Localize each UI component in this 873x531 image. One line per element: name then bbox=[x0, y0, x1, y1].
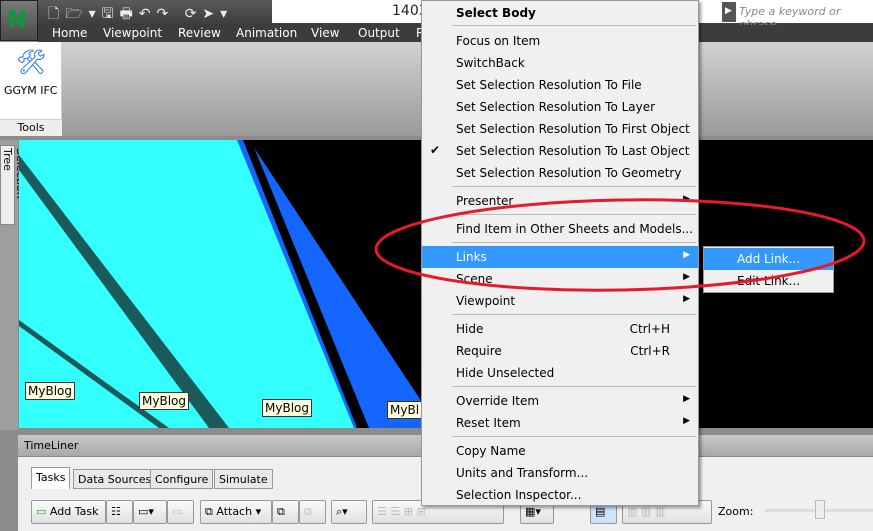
tab-view[interactable]: View bbox=[311, 26, 339, 40]
menu-item-label: Override Item bbox=[456, 394, 540, 408]
menu-item-label: Focus on Item bbox=[456, 34, 541, 48]
menu-item-label: Hide Unselected bbox=[456, 366, 555, 380]
links-submenu: Add Link... Edit Link... bbox=[703, 246, 834, 293]
tab-viewpoint[interactable]: Viewpoint bbox=[103, 26, 162, 40]
blog-tag[interactable]: MyBlog bbox=[262, 399, 312, 417]
menu-item-viewpoint[interactable]: Viewpoint ▶ bbox=[422, 290, 698, 312]
menu-item-copy-name[interactable]: Copy Name bbox=[422, 440, 698, 462]
tools-icon[interactable]: 🛠 bbox=[16, 48, 46, 76]
menu-separator bbox=[452, 386, 696, 387]
menu-separator bbox=[452, 242, 696, 243]
tab-data-sources[interactable]: Data Sources bbox=[73, 469, 157, 489]
submenu-arrow-icon: ▶ bbox=[683, 272, 690, 282]
blog-tag[interactable]: MyBl bbox=[387, 401, 423, 419]
search-expand-icon[interactable]: ▶ bbox=[722, 2, 736, 22]
tab-home[interactable]: Home bbox=[52, 26, 87, 40]
menu-item-label: Find Item in Other Sheets and Models... bbox=[456, 222, 694, 236]
add-task-icon: ▭ bbox=[36, 505, 47, 518]
menu-item-hide-unselected[interactable]: Hide Unselected bbox=[422, 362, 698, 384]
tab-animation[interactable]: Animation bbox=[236, 26, 297, 40]
shortcut-label: Ctrl+R bbox=[630, 344, 670, 358]
menu-separator bbox=[452, 436, 696, 437]
menu-item-set-selection-resolution-to-file[interactable]: Set Selection Resolution To File bbox=[422, 74, 698, 96]
menu-item-scene[interactable]: Scene ▶ bbox=[422, 268, 698, 290]
menu-item-label: SwitchBack bbox=[456, 56, 525, 70]
attach-button[interactable]: ⧉ Attach ▾ bbox=[200, 500, 272, 524]
search-input[interactable]: Type a keyword or phrase bbox=[736, 2, 873, 31]
menu-item-reset-item[interactable]: Reset Item ▶ bbox=[422, 412, 698, 434]
tab-review[interactable]: Review bbox=[178, 26, 221, 40]
menu-item-label: Set Selection Resolution To File bbox=[456, 78, 642, 92]
app-menu-button[interactable]: N bbox=[0, 0, 38, 41]
menu-header: Select Body bbox=[456, 6, 536, 20]
tab-configure[interactable]: Configure bbox=[150, 469, 214, 489]
menu-item-set-selection-resolution-to-geometry[interactable]: Set Selection Resolution To Geometry bbox=[422, 162, 698, 184]
panel-group-label: Tools bbox=[0, 119, 62, 136]
zoom-label: Zoom: bbox=[718, 505, 754, 518]
zoom-slider-thumb[interactable] bbox=[815, 500, 825, 519]
submenu-arrow-icon: ▶ bbox=[683, 250, 690, 260]
menu-item-label: Reset Item bbox=[456, 416, 521, 430]
menu-item-label: Set Selection Resolution To Last Object bbox=[456, 144, 690, 158]
menu-separator bbox=[452, 214, 696, 215]
tab-output[interactable]: Output bbox=[358, 26, 400, 40]
blog-tag[interactable]: MyBlog bbox=[139, 392, 189, 410]
menu-item-label: Set Selection Resolution To First Object bbox=[456, 122, 690, 136]
menu-item-edit-link[interactable]: Edit Link... bbox=[704, 270, 833, 292]
menu-item-presenter[interactable]: Presenter ▶ bbox=[422, 190, 698, 212]
attach-icon: ⧉ bbox=[205, 505, 213, 518]
menu-item-label: Copy Name bbox=[456, 444, 526, 458]
blog-tag[interactable]: MyBlog bbox=[25, 382, 75, 400]
add-task-label: Add Task bbox=[49, 505, 99, 518]
attach-label: Attach bbox=[216, 505, 253, 518]
toolbar-icons[interactable]: 🗋🗁▾🖫🖶↶↷ ⟳➤▾ bbox=[48, 3, 233, 27]
menu-item-label: Hide bbox=[456, 322, 484, 336]
menu-item-links[interactable]: Links ▶ bbox=[422, 246, 698, 268]
menu-item-label: Presenter bbox=[456, 194, 514, 208]
tab-simulate[interactable]: Simulate bbox=[214, 469, 273, 489]
navisworks-logo-icon: N bbox=[7, 5, 28, 33]
find-items-button[interactable]: ⌕▾ bbox=[331, 500, 367, 524]
menu-separator bbox=[452, 186, 696, 187]
add-task-button[interactable]: ▭ Add Task bbox=[31, 500, 106, 524]
shortcut-label: Ctrl+H bbox=[629, 322, 670, 336]
menu-separator bbox=[452, 314, 696, 315]
menu-item-switchback[interactable]: SwitchBack bbox=[422, 52, 698, 74]
menu-item-label: Selection Inspector... bbox=[456, 488, 582, 502]
add-comment-button[interactable]: ▭▾ bbox=[133, 500, 167, 524]
context-menu: Select Body Focus on Item SwitchBack Set S… bbox=[421, 0, 699, 506]
detach-button[interactable]: ⧉ bbox=[299, 500, 326, 524]
menu-item-units-and-transform[interactable]: Units and Transform... bbox=[422, 462, 698, 484]
menu-item-hide[interactable]: Hide Ctrl+H bbox=[422, 318, 698, 340]
submenu-arrow-icon: ▶ bbox=[683, 294, 690, 304]
menu-item-override-item[interactable]: Override Item ▶ bbox=[422, 390, 698, 412]
auto-add-tasks-button[interactable]: ☷ bbox=[106, 500, 133, 524]
menu-item-label: Set Selection Resolution To Geometry bbox=[456, 166, 682, 180]
selection-tree-tab[interactable]: Selection Tree bbox=[0, 145, 27, 225]
menu-item-selection-inspector[interactable]: Selection Inspector... bbox=[422, 484, 698, 506]
menu-item-find-item-in-other-sheets-and-models[interactable]: Find Item in Other Sheets and Models... bbox=[422, 218, 698, 240]
menu-item-add-link[interactable]: Add Link... bbox=[704, 248, 833, 270]
menu-item-label: Scene bbox=[456, 272, 493, 286]
ggym-ifc-button[interactable]: GGYM IFC bbox=[4, 84, 57, 97]
ribbon-panel-tools: 🛠 GGYM IFC Tools bbox=[0, 42, 62, 136]
tab-tasks[interactable]: Tasks bbox=[31, 467, 71, 489]
submenu-arrow-icon: ▶ bbox=[683, 194, 690, 204]
menu-item-focus-on-item[interactable]: Focus on Item bbox=[422, 30, 698, 52]
menu-item-set-selection-resolution-to-last-object[interactable]: Set Selection Resolution To Last Object ✔ bbox=[422, 140, 698, 162]
submenu-arrow-icon: ▶ bbox=[683, 394, 690, 404]
menu-item-label: Set Selection Resolution To Layer bbox=[456, 100, 656, 114]
menu-item-label: Viewpoint bbox=[456, 294, 516, 308]
auto-attach-button[interactable]: ⧉ bbox=[272, 500, 299, 524]
submenu-arrow-icon: ▶ bbox=[683, 416, 690, 426]
menu-item-label: Units and Transform... bbox=[456, 466, 589, 480]
menu-item-label: Links bbox=[456, 250, 487, 264]
delete-task-button[interactable]: ▭ bbox=[167, 500, 194, 524]
menu-item-set-selection-resolution-to-first-object[interactable]: Set Selection Resolution To First Object bbox=[422, 118, 698, 140]
menu-item-require[interactable]: Require Ctrl+R bbox=[422, 340, 698, 362]
menu-item-label: Require bbox=[456, 344, 502, 358]
check-icon: ✔ bbox=[430, 143, 441, 157]
menu-item-set-selection-resolution-to-layer[interactable]: Set Selection Resolution To Layer bbox=[422, 96, 698, 118]
